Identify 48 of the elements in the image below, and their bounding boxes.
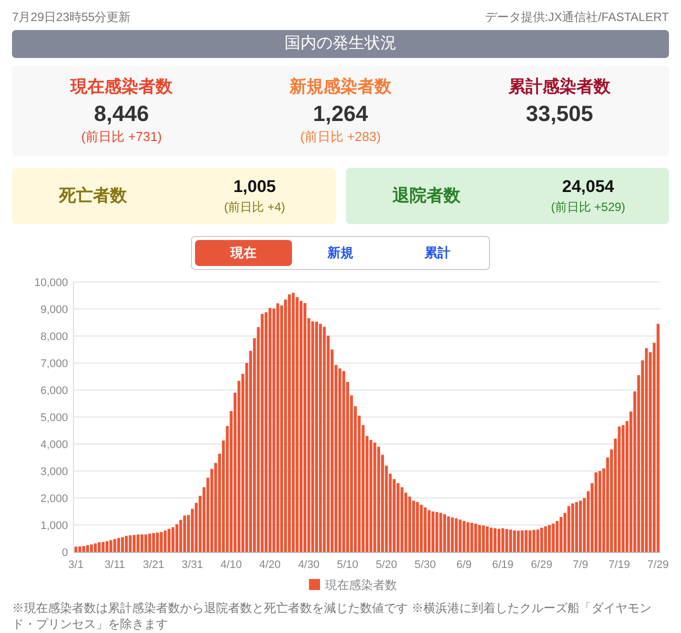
stat-value: 33,505 — [526, 100, 594, 127]
axis-label: 4/20 — [259, 558, 281, 570]
footnote: ※現在感染者数は累計感染者数から退院者数と死亡者数を減じた数値です ※横浜港に到着したクルーズ船「ダイヤモンド・プリンセス」を除きます — [12, 600, 652, 632]
axis-label: 5/30 — [414, 558, 436, 570]
axis-label: 7/9 — [572, 558, 588, 570]
section-title: 国内の発生状況 — [12, 30, 669, 58]
axis-label: 6/9 — [456, 558, 472, 570]
axis-label: 5/10 — [336, 558, 358, 570]
axis-label: 5,000 — [40, 412, 68, 424]
stat-value: 1,264 — [312, 100, 368, 127]
stat-change: (前日比 +283) — [300, 128, 381, 146]
outcome-label: 退院者数 — [391, 185, 462, 208]
axis-label: 7/29 — [647, 558, 669, 570]
axis-label: 7,000 — [40, 358, 68, 370]
axis-label: 1,000 — [40, 520, 68, 532]
outcome-value: 1,005 — [233, 176, 276, 198]
axis-label: 4/10 — [220, 558, 242, 570]
axis-label: 7/19 — [608, 558, 630, 570]
axis-label: 10,000 — [34, 276, 68, 288]
axis-label: 4,000 — [40, 438, 68, 450]
axis-label: 8,000 — [40, 330, 68, 342]
axis-label: 3/1 — [68, 558, 84, 570]
legend-label: 現在感染者数 — [325, 578, 397, 592]
stat-label: 累計感染者数 — [508, 76, 610, 98]
axis-label: 5/20 — [376, 558, 398, 570]
axis-label: 9,000 — [40, 304, 68, 316]
data-source: データ提供:JX通信社/FASTALERT — [484, 9, 669, 26]
stat-label: 現在感染者数 — [70, 76, 172, 98]
axis-label: 3,000 — [40, 466, 68, 478]
axis-label: 4/30 — [298, 558, 320, 570]
axis-label: 3/11 — [104, 558, 126, 570]
axis-label: 3/21 — [142, 558, 164, 570]
axis-label: 2,000 — [40, 492, 68, 504]
outcome-change: (前日比 +4) — [224, 198, 286, 216]
axis-label: 6/19 — [492, 558, 514, 570]
axis-label: 3/31 — [182, 558, 204, 570]
stat-change: (前日比 +731) — [81, 128, 162, 146]
axis-label: 0 — [62, 546, 68, 558]
update-time: 7月29日23時55分更新 — [12, 9, 131, 26]
stat-value: 8,446 — [94, 100, 150, 127]
axis-label: 6/29 — [530, 558, 552, 570]
outcome-change: (前日比 +529) — [550, 198, 626, 216]
axis-label: 6,000 — [40, 384, 68, 396]
chart-tab[interactable]: 現在 — [195, 240, 292, 266]
legend-swatch — [309, 578, 320, 590]
stat-label: 新規感染者数 — [290, 76, 392, 98]
outcome-value: 24,054 — [562, 176, 614, 198]
outcome-label: 死亡者数 — [58, 185, 128, 208]
